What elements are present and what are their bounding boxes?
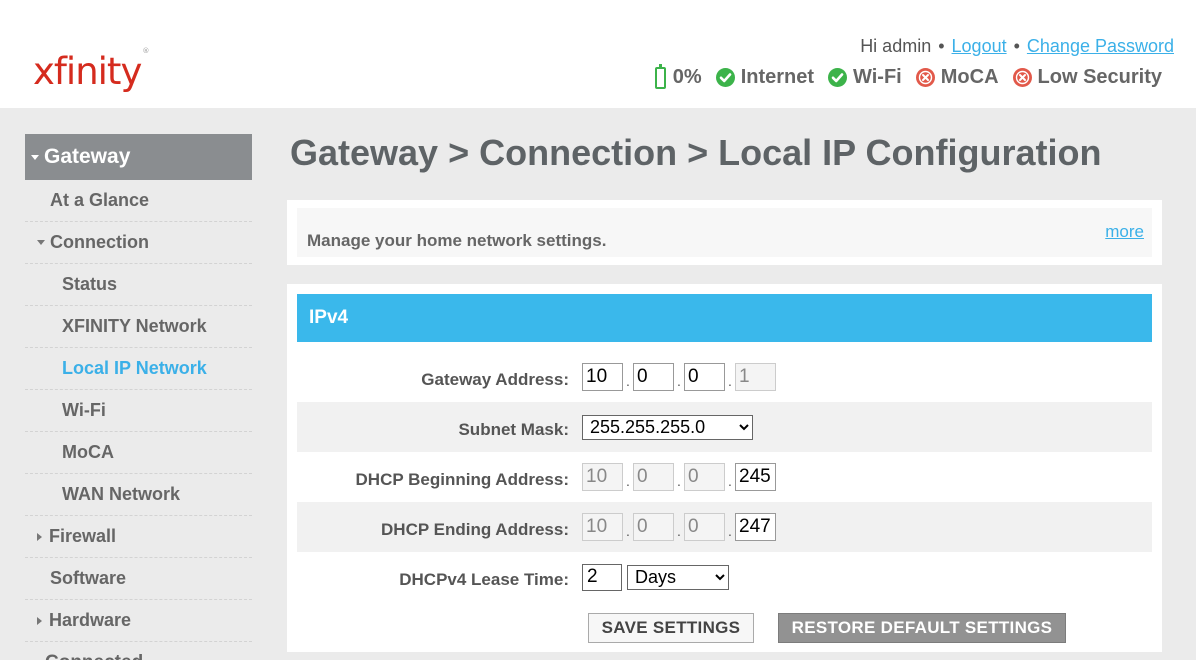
greeting: Hi admin: [860, 36, 932, 56]
more-link[interactable]: more: [1105, 222, 1144, 242]
check-icon: [828, 68, 848, 87]
octet-separator: .: [728, 523, 732, 539]
chevron-right-icon: [37, 616, 42, 625]
sidebar-item-moca[interactable]: MoCA: [25, 432, 252, 474]
lease-time-row: DHCPv4 Lease Time: Days: [297, 552, 1152, 602]
save-settings-button[interactable]: SAVE SETTINGS: [588, 613, 754, 643]
octet-separator: .: [728, 373, 732, 389]
chevron-down-icon: [31, 154, 39, 160]
dhcp-end-label: DHCP Ending Address:: [381, 520, 569, 539]
sidebar-item-connected[interactable]: Connected: [45, 652, 143, 660]
internet-label: Internet: [740, 66, 815, 88]
chevron-down-icon: [37, 240, 45, 245]
security-label: Low Security: [1037, 66, 1162, 88]
sidebar-item-at-a-glance[interactable]: At a Glance: [25, 180, 252, 222]
sidebar-item-label: MoCA: [62, 442, 114, 462]
sidebar-item-firewall[interactable]: Firewall: [25, 516, 252, 558]
ipv4-header: IPv4: [297, 294, 1152, 342]
sidebar-item-xfinity-network[interactable]: XFINITY Network: [25, 306, 252, 348]
lease-time-input[interactable]: [582, 563, 622, 591]
dhcp-begin-octet-1: [582, 463, 623, 491]
change-password-link[interactable]: Change Password: [1027, 36, 1174, 56]
gateway-octet-3[interactable]: [684, 363, 725, 391]
dhcp-end-row: DHCP Ending Address: . . .: [297, 502, 1152, 552]
sidebar-item-label: At a Glance: [50, 190, 150, 210]
wifi-status[interactable]: Wi-Fi: [828, 66, 902, 89]
xfinity-logo[interactable]: xfinity®: [33, 46, 149, 93]
internet-status[interactable]: Internet: [715, 66, 815, 89]
description-box: Manage your home network settings. more: [287, 200, 1162, 265]
gateway-octet-1[interactable]: [582, 363, 623, 391]
separator-dot: •: [1013, 36, 1020, 56]
octet-separator: .: [626, 373, 630, 389]
error-icon: [915, 68, 935, 87]
sidebar-item-label: Connection: [50, 232, 149, 252]
page-description: Manage your home network settings.: [307, 231, 607, 250]
battery-status: 0%: [654, 63, 702, 89]
gateway-octet-2[interactable]: [633, 363, 674, 391]
battery-label: 0%: [672, 66, 702, 88]
dhcp-begin-octet-2: [633, 463, 674, 491]
check-icon: [715, 68, 735, 87]
octet-separator: .: [677, 523, 681, 539]
sidebar-item-wan-network[interactable]: WAN Network: [25, 474, 252, 516]
subnet-mask-select[interactable]: 255.255.255.0: [582, 414, 753, 440]
sidebar-item-label: Hardware: [49, 610, 132, 630]
moca-label: MoCA: [940, 66, 999, 88]
dhcp-begin-octet-4[interactable]: [735, 463, 776, 491]
logout-link[interactable]: Logout: [952, 36, 1007, 56]
wifi-label: Wi-Fi: [853, 66, 902, 88]
sidebar-item-label: Wi-Fi: [62, 400, 106, 420]
sidebar-item-status[interactable]: Status: [25, 264, 252, 306]
subnet-mask-label: Subnet Mask:: [458, 420, 569, 439]
dhcp-end-octet-4[interactable]: [735, 513, 776, 541]
gateway-address-row: Gateway Address: . . .: [297, 352, 1152, 402]
octet-separator: .: [677, 473, 681, 489]
sidebar-item-label: Firewall: [49, 526, 117, 546]
sidebar-item-wifi[interactable]: Wi-Fi: [25, 390, 252, 432]
user-bar: Hi admin • Logout • Change Password: [860, 36, 1174, 57]
dhcp-end-octet-2: [633, 513, 674, 541]
dhcp-end-octet-3: [684, 513, 725, 541]
dhcp-begin-row: DHCP Beginning Address: . . .: [297, 452, 1152, 502]
lease-time-label: DHCPv4 Lease Time:: [399, 570, 569, 589]
page-title: Gateway > Connection > Local IP Configur…: [290, 132, 1102, 173]
gateway-octet-4: [735, 363, 776, 391]
gateway-address-label: Gateway Address:: [421, 370, 569, 389]
header: xfinity® Hi admin • Logout • Change Password…: [0, 0, 1196, 108]
octet-separator: .: [728, 473, 732, 489]
dhcp-begin-label: DHCP Beginning Address:: [355, 470, 569, 489]
sidebar-item-software[interactable]: Software: [25, 558, 252, 600]
sidebar-item-gateway[interactable]: Gateway: [25, 134, 252, 180]
dhcp-end-octet-1: [582, 513, 623, 541]
sidebar-nav: Gateway At a Glance Connection Status XF…: [25, 134, 252, 642]
restore-defaults-button[interactable]: RESTORE DEFAULT SETTINGS: [778, 613, 1066, 643]
description-inner: Manage your home network settings. more: [297, 208, 1152, 257]
sidebar-item-label: Local IP Network: [62, 358, 207, 378]
error-icon: [1012, 68, 1032, 87]
sidebar-item-label: Software: [50, 568, 127, 588]
chevron-right-icon: [37, 532, 42, 541]
sidebar-item-label: Gateway: [44, 145, 131, 168]
logo-text: xfinity: [33, 50, 142, 93]
octet-separator: .: [626, 473, 630, 489]
sidebar-item-connection[interactable]: Connection: [25, 222, 252, 264]
sidebar-item-label: XFINITY Network: [62, 316, 207, 336]
trademark-mark: ®: [142, 46, 149, 55]
moca-status[interactable]: MoCA: [915, 66, 999, 89]
sidebar-item-label: Status: [62, 274, 118, 294]
sidebar-item-local-ip-network[interactable]: Local IP Network: [25, 348, 252, 390]
status-bar: 0% Internet Wi-Fi MoCA Low Security: [654, 63, 1162, 89]
octet-separator: .: [626, 523, 630, 539]
dhcp-begin-octet-3: [684, 463, 725, 491]
sidebar-item-label: WAN Network: [62, 484, 181, 504]
separator-dot: •: [938, 36, 945, 56]
sidebar-item-hardware[interactable]: Hardware: [25, 600, 252, 642]
battery-icon: [654, 63, 666, 89]
subnet-mask-row: Subnet Mask: 255.255.255.0: [297, 402, 1152, 452]
ipv4-panel: IPv4 Gateway Address: . . . Subnet Mask:…: [287, 284, 1162, 652]
lease-unit-select[interactable]: Days: [627, 564, 729, 590]
octet-separator: .: [677, 373, 681, 389]
security-status[interactable]: Low Security: [1012, 66, 1162, 89]
